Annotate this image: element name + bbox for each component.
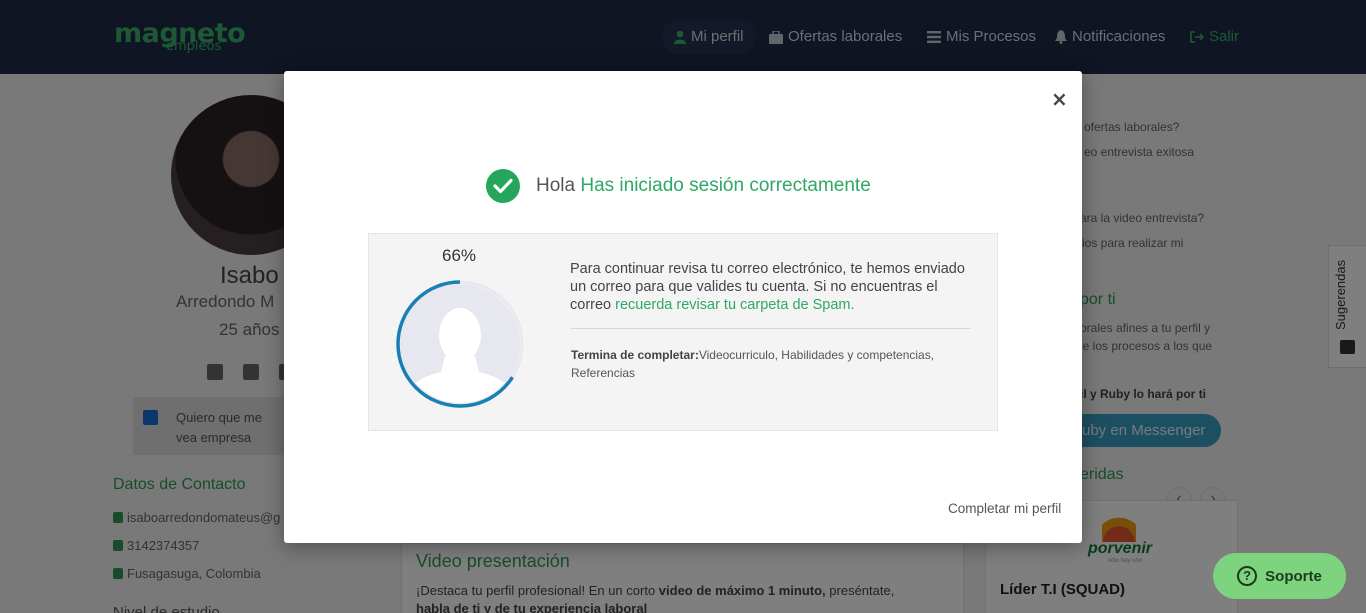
panel-divider: [571, 328, 971, 329]
progress-ring: [396, 280, 524, 408]
success-text: Has iniciado sesión correctamente: [580, 175, 871, 196]
profile-progress-panel: 66% Para continuar revisa tu correo elec…: [368, 233, 998, 431]
pending-label: Termina de completar:: [571, 348, 699, 362]
question-icon: ?: [1237, 566, 1258, 586]
progress-percentage: 66%: [442, 246, 477, 265]
support-button[interactable]: ? Soporte: [1213, 553, 1346, 599]
login-success-modal: × Hola Has iniciado sesión correctamente…: [284, 71, 1082, 543]
check-circle-icon: [486, 169, 520, 203]
modal-title: Hola Has iniciado sesión correctamente: [536, 175, 871, 197]
close-icon[interactable]: ×: [1051, 89, 1068, 109]
complete-profile-link[interactable]: Completar mi perfil: [948, 501, 1061, 516]
pending-sections: Termina de completar:Videocurriculo, Hab…: [571, 346, 971, 382]
spam-hint: recuerda revisar tu carpeta de Spam.: [615, 297, 855, 313]
validation-message: Para continuar revisa tu correo electrón…: [570, 260, 970, 314]
modal-header: Hola Has iniciado sesión correctamente: [486, 168, 871, 204]
greeting-text: Hola: [536, 175, 576, 196]
support-label: Soporte: [1265, 567, 1322, 585]
